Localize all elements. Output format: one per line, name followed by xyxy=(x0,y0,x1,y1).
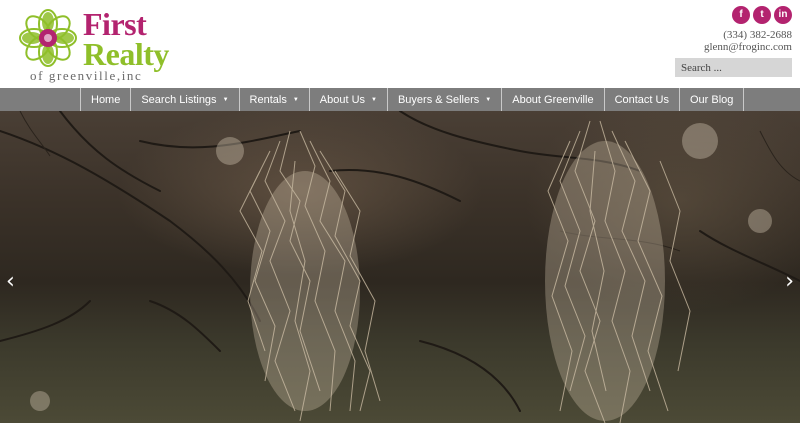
caret-down-icon: ▼ xyxy=(371,96,377,103)
linkedin-icon[interactable]: in xyxy=(774,6,792,24)
nav-item-search-listings[interactable]: Search Listings ▼ xyxy=(131,88,240,111)
main-nav: Home Search Listings ▼ Rentals ▼ About Us ▼… xyxy=(0,88,800,111)
logo-tagline: of greenville,inc xyxy=(30,68,143,83)
search-input[interactable] xyxy=(675,58,792,77)
twitter-icon[interactable]: t xyxy=(753,6,771,24)
nav-item-our-blog[interactable]: Our Blog xyxy=(680,88,745,111)
flower-logo-icon xyxy=(19,9,77,67)
caret-down-icon: ▼ xyxy=(485,96,492,103)
nav-item-label: Our Blog xyxy=(689,93,734,106)
caret-down-icon: ▼ xyxy=(292,96,299,103)
caret-down-icon: ▼ xyxy=(222,96,229,103)
nav-item-about-us[interactable]: About Us ▼ xyxy=(310,88,388,111)
chevron-left-icon[interactable]: ‹ xyxy=(6,271,15,293)
social-links: f t in xyxy=(732,6,792,24)
facebook-icon[interactable]: f xyxy=(732,6,750,24)
nav-item-about-greenville[interactable]: About Greenville xyxy=(502,88,605,111)
nav-item-label: Buyers & Sellers xyxy=(397,93,480,106)
nav-item-home[interactable]: Home xyxy=(81,88,132,111)
nav-item-label: Search Listings xyxy=(141,93,217,106)
nav-item-buyers-sellers[interactable]: Buyers & Sellers ▼ xyxy=(388,88,503,111)
logo-text-realty: Realty xyxy=(83,36,169,72)
site-logo[interactable]: First Realty of greenville,inc xyxy=(16,6,196,86)
phone-number[interactable]: (334) 382-2688 xyxy=(704,29,792,41)
spanish-moss-photo xyxy=(0,111,800,423)
nav-item-label: About Us xyxy=(319,93,366,106)
nav-item-label: About Greenville xyxy=(512,93,594,106)
hero-slider[interactable]: ‹ › xyxy=(0,111,800,423)
nav-item-label: Home xyxy=(91,93,121,106)
site-header: First Realty of greenville,inc f t in (3… xyxy=(0,0,800,88)
nav-menu: Home Search Listings ▼ Rentals ▼ About Us ▼… xyxy=(80,88,745,111)
nav-item-contact-us[interactable]: Contact Us xyxy=(605,88,680,111)
nav-item-label: Rentals xyxy=(249,93,287,106)
contact-info: (334) 382-2688 glenn@froginc.com xyxy=(704,29,792,53)
nav-item-label: Contact Us xyxy=(614,93,669,106)
email-address[interactable]: glenn@froginc.com xyxy=(704,41,792,53)
nav-item-rentals[interactable]: Rentals ▼ xyxy=(240,88,310,111)
chevron-right-icon[interactable]: › xyxy=(785,271,794,293)
